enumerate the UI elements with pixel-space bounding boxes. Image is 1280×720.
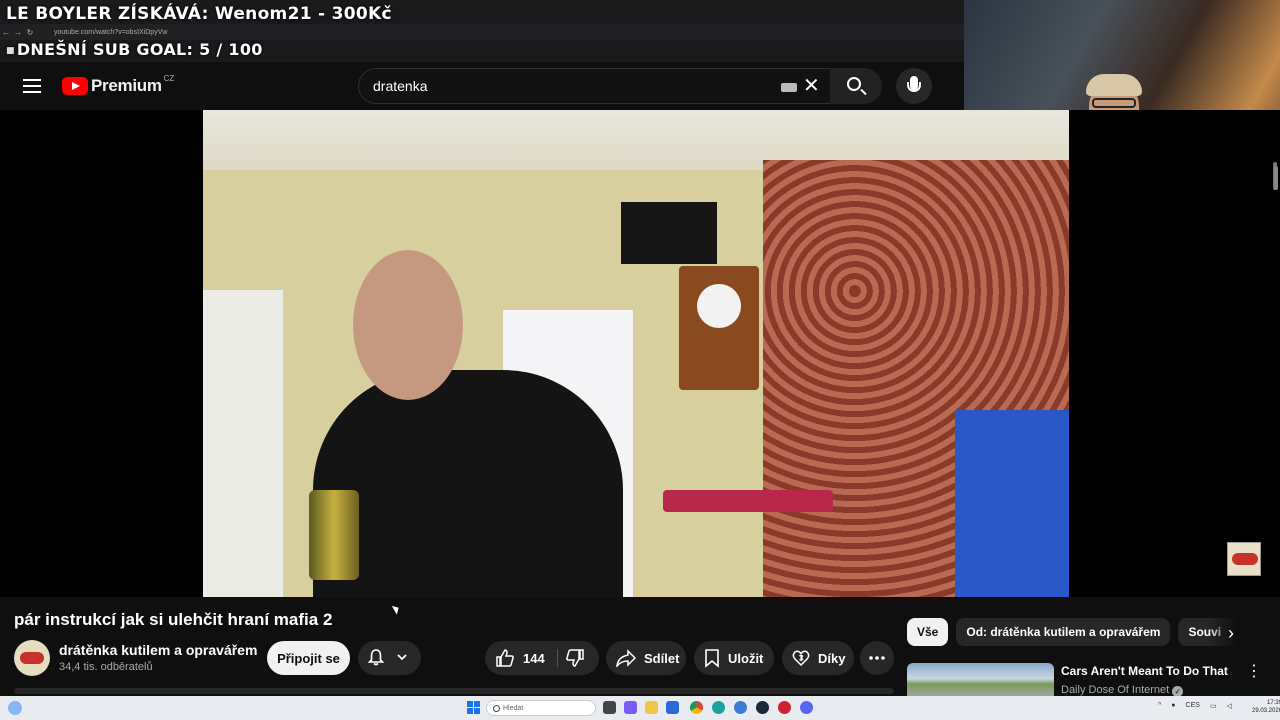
- video-frame[interactable]: [203, 110, 1069, 597]
- like-count: 144: [523, 650, 545, 666]
- join-button[interactable]: Připojit se: [267, 641, 350, 675]
- microphone-icon: [910, 76, 918, 90]
- stream-overlay: LE BOYLER ZÍSKÁVÁ: Wenom21 - 300Kč ← → ↻…: [0, 0, 964, 62]
- back-icon[interactable]: ←: [0, 28, 12, 37]
- video-person-face: [353, 250, 463, 400]
- video-person: [313, 250, 623, 597]
- store-icon[interactable]: [666, 701, 679, 714]
- subscription-bell-button[interactable]: [358, 641, 421, 675]
- url-bar[interactable]: youtube.com/watch?v=obsIXiDpyVw: [54, 29, 167, 36]
- thumbs-up-icon: [496, 649, 514, 667]
- chip-all[interactable]: Vše: [907, 618, 949, 646]
- clock-time: 17:39: [1267, 700, 1280, 706]
- chip-from-channel[interactable]: Od: drátěnka kutilem a opravářem: [956, 618, 1171, 646]
- webcam-glasses: [1092, 98, 1136, 108]
- channel-name[interactable]: drátěnka kutilem a opravářem: [59, 642, 257, 658]
- overlay-donation-text: LE BOYLER ZÍSKÁVÁ: Wenom21 - 300Kč: [6, 4, 392, 24]
- chevron-right-icon[interactable]: ›: [1228, 624, 1246, 642]
- like-separator: [557, 649, 558, 667]
- youtube-header: Premium CZ dratenka ✕: [0, 62, 964, 110]
- discord-icon[interactable]: [800, 701, 813, 714]
- volume-icon[interactable]: ◁: [1227, 702, 1232, 710]
- windows-start-icon[interactable]: [467, 701, 480, 714]
- search-button[interactable]: [830, 68, 882, 104]
- heart-dollar-icon: [792, 650, 810, 667]
- youtube-play-icon: [62, 77, 88, 95]
- recommendation-thumbnail[interactable]: [907, 663, 1054, 698]
- region-code: CZ: [163, 73, 175, 83]
- related-filter-chips: Vše Od: drátěnka kutilem a opravářem Sou…: [907, 618, 1239, 648]
- bell-icon: [368, 649, 384, 666]
- clock-date: 29.03.2026: [1252, 708, 1280, 714]
- more-actions-button[interactable]: [860, 641, 894, 675]
- share-button[interactable]: Sdílet: [606, 641, 686, 675]
- overlay-goal-text: DNEŠNÍ SUB GOAL: 5 / 100: [16, 40, 263, 59]
- keyboard-icon[interactable]: [781, 83, 797, 92]
- network-icon[interactable]: ▭: [1210, 702, 1217, 710]
- tray-chevron-icon[interactable]: ^: [1158, 702, 1161, 710]
- logo-text: Premium: [91, 76, 162, 95]
- reload-icon[interactable]: ↻: [24, 28, 36, 37]
- search-input[interactable]: dratenka ✕: [358, 68, 836, 104]
- mouse-cursor-icon: [391, 603, 402, 615]
- youtube-premium-logo[interactable]: Premium CZ: [62, 73, 175, 96]
- widgets-icon[interactable]: [624, 701, 637, 714]
- steam-icon[interactable]: [756, 701, 769, 714]
- video-curtain: [203, 290, 283, 597]
- like-button[interactable]: 144: [485, 648, 545, 668]
- app-icon-blue[interactable]: [734, 701, 747, 714]
- share-icon: [616, 649, 636, 667]
- video-beer-can: [309, 490, 359, 580]
- clear-search-icon[interactable]: ✕: [803, 75, 820, 97]
- voice-search-button[interactable]: [896, 68, 932, 104]
- chevron-down-icon: [397, 654, 407, 661]
- chrome-icon[interactable]: [690, 701, 703, 714]
- video-table: [663, 490, 833, 512]
- task-view-icon[interactable]: [603, 701, 616, 714]
- channel-avatar[interactable]: [14, 640, 50, 676]
- description-box-edge[interactable]: [14, 688, 894, 694]
- forward-icon[interactable]: →: [12, 28, 24, 37]
- browser-toolbar: ← → ↻ youtube.com/watch?v=obsIXiDpyVw: [0, 24, 964, 40]
- save-button[interactable]: Uložit: [694, 641, 774, 675]
- sidebar-scrollbar[interactable]: [1274, 166, 1278, 190]
- more-horizontal-icon: [869, 656, 885, 660]
- video-player[interactable]: [0, 110, 1280, 597]
- edge-icon[interactable]: [712, 701, 725, 714]
- overlay-sub-goal: ■ DNEŠNÍ SUB GOAL: 5 / 100: [6, 40, 263, 59]
- search-icon: [847, 77, 861, 91]
- recommendation-channel-name: Daily Dose Of Internet: [1061, 684, 1170, 696]
- like-dislike-group[interactable]: 144: [485, 641, 599, 675]
- video-title: pár instrukcí jak si ulehčit hraní mafia…: [14, 610, 333, 629]
- weather-icon[interactable]: [8, 701, 22, 715]
- save-label: Uložit: [728, 650, 764, 666]
- taskbar-clock[interactable]: 17:39 29.03.2026: [1252, 699, 1280, 715]
- thumbs-down-icon: [566, 649, 584, 667]
- recommendation-title[interactable]: Cars Aren't Meant To Do That: [1061, 664, 1228, 678]
- channel-watermark[interactable]: [1227, 542, 1261, 576]
- input-language[interactable]: CES: [1186, 702, 1200, 710]
- webcam-headset: [1086, 74, 1142, 96]
- file-explorer-icon[interactable]: [645, 701, 658, 714]
- windows-taskbar: Hledat ^ ● CES ▭ ◁ 17:39 29.03.2026: [0, 696, 1280, 720]
- taskbar-search[interactable]: Hledat: [486, 700, 596, 716]
- thanks-button[interactable]: Díky: [782, 641, 854, 675]
- system-tray: ^ ● CES ▭ ◁: [1158, 702, 1232, 710]
- video-wall-clock: [679, 266, 759, 390]
- goal-bullet-icon: ■: [6, 46, 15, 56]
- recommendation-menu-icon[interactable]: ⋮: [1246, 663, 1262, 681]
- tray-mic-icon[interactable]: ●: [1171, 702, 1175, 710]
- bookmark-icon: [705, 649, 719, 668]
- subscriber-count: 34,4 tis. odběratelů: [59, 661, 153, 673]
- share-label: Sdílet: [644, 650, 680, 666]
- video-person-jacket: [313, 370, 623, 597]
- search-query[interactable]: dratenka: [373, 78, 427, 94]
- app-icon-red[interactable]: [778, 701, 791, 714]
- video-blue-box: [955, 410, 1069, 597]
- thanks-label: Díky: [818, 650, 846, 666]
- hamburger-menu-icon[interactable]: [20, 74, 44, 98]
- video-tv: [621, 202, 717, 264]
- dislike-button[interactable]: [565, 648, 585, 668]
